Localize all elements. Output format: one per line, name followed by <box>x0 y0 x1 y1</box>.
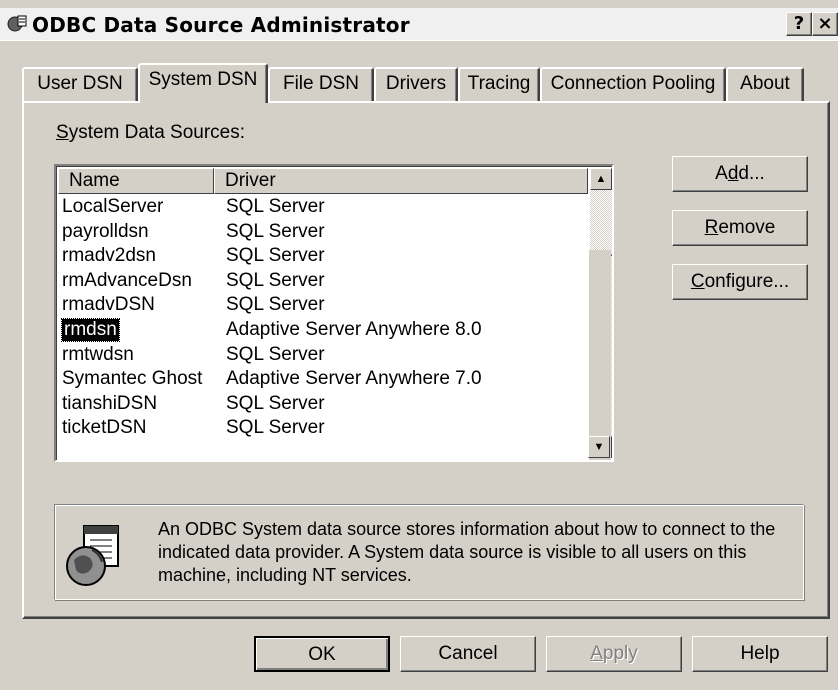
dsn-driver: SQL Server <box>226 245 325 267</box>
dsn-name: tianshiDSN <box>62 392 158 414</box>
data-source-globe-icon <box>66 525 119 586</box>
odbc-app-icon <box>7 15 27 32</box>
tab-connection-pooling[interactable]: Connection Pooling <box>540 67 726 101</box>
tab-tracing[interactable]: Tracing <box>458 67 540 101</box>
apply-button[interactable]: Apply <box>546 636 682 672</box>
dsn-driver: SQL Server <box>226 294 325 316</box>
dsn-name: rmadv2dsn <box>62 245 156 267</box>
scroll-down-button[interactable]: ▼ <box>588 436 610 458</box>
dsn-name: rmadvDSN <box>62 294 155 316</box>
dsn-driver: Adaptive Server Anywhere 8.0 <box>226 319 482 340</box>
remove-button[interactable]: Remove <box>672 210 808 246</box>
title-bar[interactable]: ODBC Data Source Administrator ? × <box>0 8 838 41</box>
tab-file-dsn[interactable]: File DSN <box>268 67 374 101</box>
scroll-thumb[interactable] <box>588 250 611 460</box>
close-title-button[interactable]: × <box>812 12 838 36</box>
window-title: ODBC Data Source Administrator <box>32 13 410 37</box>
dsn-driver: SQL Server <box>226 392 325 414</box>
help-title-button[interactable]: ? <box>786 12 812 36</box>
odbc-admin-window: ODBC Data Source Administrator ? × User … <box>0 0 838 690</box>
configure-button[interactable]: Configure... <box>672 264 808 300</box>
dsn-driver: SQL Server <box>226 196 325 217</box>
column-header-name[interactable]: Name <box>58 168 214 194</box>
tab-about[interactable]: About <box>726 67 804 101</box>
add-button[interactable]: Add... <box>672 156 808 192</box>
dsn-name: rmdsn <box>61 318 120 342</box>
dsn-driver: SQL Server <box>226 343 325 365</box>
tab-user-dsn[interactable]: User DSN <box>22 67 138 101</box>
help-button[interactable]: Help <box>692 636 828 672</box>
dsn-name: payrolldsn <box>62 220 149 242</box>
dsn-driver: SQL Server <box>226 220 325 242</box>
info-text: An ODBC System data source stores inform… <box>158 519 776 585</box>
cancel-button[interactable]: Cancel <box>400 636 536 672</box>
dsn-name: ticketDSN <box>62 417 147 439</box>
dsn-name: rmAdvanceDsn <box>62 269 192 291</box>
tab-drivers[interactable]: Drivers <box>374 67 458 101</box>
dsn-name: rmtwdsn <box>62 343 134 365</box>
dsn-name: LocalServer <box>62 196 164 217</box>
system-data-sources-label: System Data Sources: <box>56 122 246 143</box>
tab-system-dsn[interactable]: System DSN <box>138 63 268 103</box>
column-header-driver[interactable]: Driver <box>214 168 588 194</box>
dsn-driver: Adaptive Server Anywhere 7.0 <box>226 368 482 390</box>
system-dsn-list[interactable]: Name Driver LocalServer SQL Server payroll… <box>54 164 614 462</box>
scroll-up-icon[interactable]: ▲ <box>590 168 612 190</box>
dsn-driver: SQL Server <box>226 417 325 439</box>
ok-button[interactable]: OK <box>254 636 390 672</box>
dsn-name: Symantec Ghost <box>62 368 203 390</box>
dsn-driver: SQL Server <box>226 269 325 291</box>
